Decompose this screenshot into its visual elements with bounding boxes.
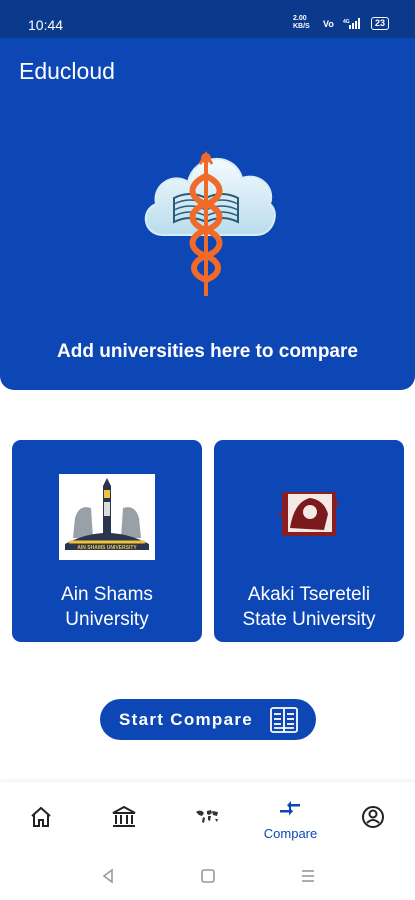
nav-label-compare: Compare xyxy=(263,826,318,841)
university-card-akaki-tsereteli[interactable]: Akaki Tsereteli State University xyxy=(214,440,404,642)
nav-item-home[interactable] xyxy=(0,782,83,852)
nav-item-compare[interactable]: Compare xyxy=(249,782,332,852)
hero-banner: Educloud Add universities here to compar… xyxy=(0,38,415,390)
app-title: Educloud xyxy=(19,58,115,84)
vowifi-icon: Vo xyxy=(323,19,334,29)
start-compare-button[interactable]: Start Compare xyxy=(100,699,316,740)
recents-menu-icon[interactable] xyxy=(299,867,317,885)
svg-text:Vo: Vo xyxy=(323,19,334,29)
back-icon[interactable] xyxy=(99,867,117,885)
university-card-ain-shams[interactable]: AIN SHAMS UNIVERSITY Ain Shams Universit… xyxy=(12,440,202,642)
nav-item-universities[interactable] xyxy=(83,782,166,852)
status-time: 10:44 xyxy=(28,17,64,33)
compare-arrows-icon xyxy=(280,801,300,816)
akaki-tsereteli-logo-icon xyxy=(278,492,340,536)
bottom-navigation: Compare xyxy=(0,782,415,852)
home-square-icon[interactable] xyxy=(199,867,217,885)
home-icon xyxy=(31,806,51,827)
profile-icon xyxy=(362,806,384,828)
net-speed-indicator: 2.00 KB/S xyxy=(292,15,310,30)
start-compare-label: Start Compare xyxy=(119,709,254,729)
nav-item-map[interactable] xyxy=(166,782,249,852)
system-navigation-bar xyxy=(0,852,415,900)
hero-caption: Add universities here to compare xyxy=(57,341,358,362)
university-name: Akaki Tsereteli State University xyxy=(242,584,376,630)
svg-text:4G: 4G xyxy=(343,19,350,25)
compare-table-icon xyxy=(270,707,298,733)
bank-icon xyxy=(112,805,136,827)
university-name: Ain Shams University xyxy=(61,584,153,630)
educloud-logo-icon xyxy=(144,151,276,296)
ain-shams-logo-icon: AIN SHAMS UNIVERSITY xyxy=(59,474,155,560)
battery-icon: 23 xyxy=(370,16,389,30)
world-map-icon xyxy=(196,810,218,823)
status-icons: 2.00 KB/S Vo 4G 23 xyxy=(293,15,389,31)
status-bar: 10:44 2.00 KB/S Vo 4G 23 xyxy=(0,0,415,38)
nav-item-profile[interactable] xyxy=(332,782,415,852)
signal-icon: 4G xyxy=(343,18,360,29)
ain-shams-logo-caption: AIN SHAMS UNIVERSITY xyxy=(77,545,137,551)
